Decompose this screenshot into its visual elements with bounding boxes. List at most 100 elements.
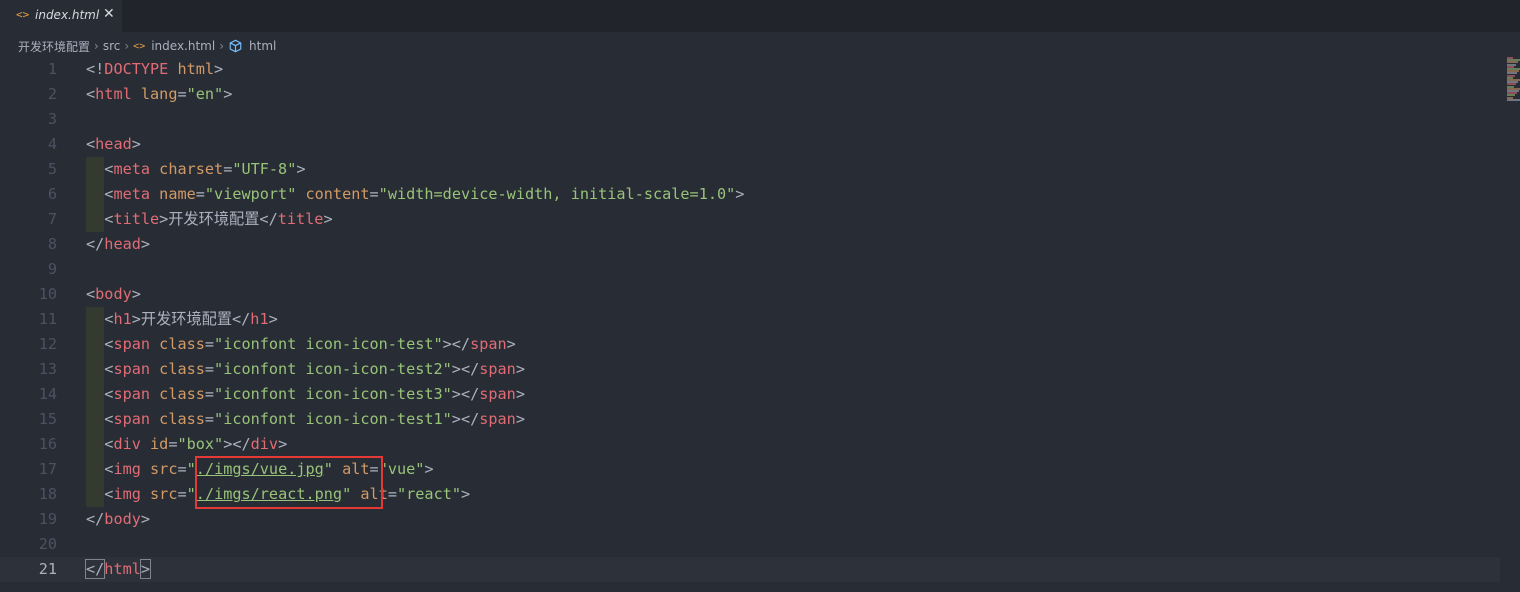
html-file-icon: <> (133, 40, 146, 52)
code-line[interactable]: 21 </html> (0, 557, 1500, 582)
code-line[interactable]: 15 <span class="iconfont icon-icon-test1… (0, 407, 1500, 432)
code-line[interactable]: 1 <!DOCTYPE html> (0, 57, 1500, 82)
attr-token: src (150, 485, 178, 503)
code-line[interactable]: 5 <meta charset="UTF-8"> (0, 157, 1500, 182)
punct-token (296, 185, 305, 203)
tag-token: meta (113, 160, 151, 178)
close-icon[interactable]: ✕ (103, 6, 115, 22)
punct-token (150, 185, 159, 203)
breadcrumb-project[interactable]: 开发环境配置 (18, 38, 90, 55)
code-line[interactable]: 13 <span class="iconfont icon-icon-test2… (0, 357, 1500, 382)
string-token: "vue" (378, 460, 425, 478)
code-text: <body> (86, 282, 141, 307)
line-number: 5 (47, 160, 57, 178)
punct-token: > (268, 310, 278, 328)
string-token: "iconfont icon-icon-test2" (214, 360, 452, 378)
code-line[interactable]: 8 </head> (0, 232, 1500, 257)
code-line[interactable]: 4 <head> (0, 132, 1500, 157)
string-token: "iconfont icon-icon-test" (214, 335, 443, 353)
code-editor[interactable]: 1 <!DOCTYPE html> 2 <html lang="en"> 3 4 <head… (0, 57, 1500, 592)
tag-token: div (113, 435, 141, 453)
punct-token: </ (86, 235, 105, 253)
breadcrumb-symbol[interactable]: html (249, 39, 276, 53)
attr-token: lang (140, 85, 178, 103)
minimap-line (1507, 98, 1520, 101)
punct-token: > (223, 85, 233, 103)
line-number: 14 (38, 385, 57, 403)
punct-token: > (131, 285, 141, 303)
tag-token: span (113, 360, 151, 378)
line-number: 10 (38, 285, 57, 303)
line-number: 18 (38, 485, 57, 503)
punct-token: > (296, 160, 306, 178)
punct-token: < (86, 310, 114, 328)
attr-token: class (159, 385, 205, 403)
code-line[interactable]: 16 <div id="box"></div> (0, 432, 1500, 457)
code-text: </html> (84, 557, 152, 582)
punct-token: = (195, 185, 205, 203)
punct-token: ></ (223, 435, 251, 453)
punct-token: > (140, 235, 151, 253)
tab-index-html[interactable]: <> index.html ✕ (0, 0, 122, 32)
code-line[interactable]: 6 <meta name="viewport" content="width=d… (0, 182, 1500, 207)
punct-token: = (204, 385, 215, 403)
tag-token: head (104, 235, 141, 253)
code-text: <head> (86, 132, 141, 157)
punct-token: > (515, 385, 525, 403)
code-line[interactable]: 2 <html lang="en"> (0, 82, 1500, 107)
punct-token: < (86, 285, 96, 303)
line-number: 1 (47, 60, 57, 78)
tag-token: body (95, 285, 132, 303)
code-line[interactable]: 14 < span class="iconfont icon-icon-test3… (0, 382, 1500, 407)
code-line[interactable]: 3 (0, 107, 1500, 132)
code-text: <meta charset="UTF-8"> (86, 157, 306, 182)
punct-token (141, 485, 150, 503)
punct-token (141, 435, 150, 453)
punct-token: < (86, 410, 114, 428)
code-line[interactable]: 12 <span class="iconfont icon-icon-test"… (0, 332, 1500, 357)
line-number: 7 (47, 210, 57, 228)
minimap[interactable] (1505, 57, 1520, 102)
code-text: <span class="iconfont icon-icon-test"></… (86, 332, 516, 357)
punct-token: = (223, 160, 233, 178)
string-token: "en" (186, 85, 224, 103)
tag-token: h1 (250, 310, 269, 328)
punct-token: < (86, 485, 114, 503)
punct-token (150, 160, 159, 178)
punct-token: > (424, 460, 434, 478)
tag-token: span (113, 410, 151, 428)
punct-token: < (86, 210, 114, 228)
code-text: <meta name="viewport" content="width=dev… (86, 182, 744, 207)
line-number: 13 (38, 360, 57, 378)
tag-token: span (479, 385, 516, 403)
attr-token: class (159, 410, 205, 428)
code-line[interactable]: 9 (0, 257, 1500, 282)
code-line[interactable]: 20 (0, 532, 1500, 557)
tag-token: title (113, 210, 160, 228)
code-text: <span class="iconfont icon-icon-test1"><… (86, 407, 525, 432)
tag-token: img (113, 485, 141, 503)
attr-token: class (159, 335, 205, 353)
line-number: 21 (38, 560, 57, 578)
attr-token: name (159, 185, 196, 203)
punct-token: > (140, 510, 151, 528)
breadcrumb-folder[interactable]: src (103, 39, 121, 53)
tag-token: head (95, 135, 132, 153)
code-line[interactable]: 7 <title>开发环境配置</title> (0, 207, 1500, 232)
punct-token: < (86, 385, 114, 403)
attr-token: charset (159, 160, 224, 178)
code-line[interactable]: 19 </body> (0, 507, 1500, 532)
string-token: "iconfont icon-icon-test3" (214, 385, 452, 403)
string-token: "box" (177, 435, 224, 453)
tab-bar: <> index.html ✕ (0, 0, 1520, 32)
string-token: "width=device-width, initial-scale=1.0" (378, 185, 736, 203)
code-line[interactable]: 11 <h1>开发环境配置</h1> (0, 307, 1500, 332)
code-text: <html lang="en"> (86, 82, 232, 107)
breadcrumb-file[interactable]: index.html (151, 39, 215, 53)
tag-token: span (113, 335, 151, 353)
punct-token: ></ (451, 410, 480, 428)
html-file-icon: <> (16, 8, 30, 21)
chevron-right-icon: › (219, 39, 225, 53)
code-line[interactable]: 10 <body> (0, 282, 1500, 307)
line-number: 11 (38, 310, 57, 328)
